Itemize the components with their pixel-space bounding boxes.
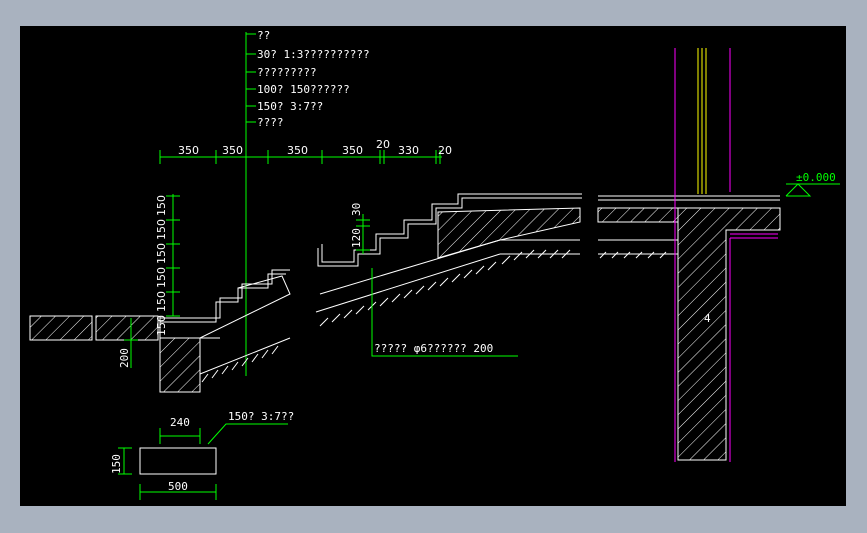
dim-330: 330 — [398, 144, 419, 157]
dim-v-150-1: 150 — [155, 195, 168, 216]
leader-label-2: 30? 1:3?????????? — [257, 48, 370, 61]
top-dimension-labels: 350 350 350 350 20 330 20 — [178, 138, 452, 157]
dim-v-150-4: 150 — [155, 267, 168, 288]
cad-drawing-canvas[interactable]: ?? 30? 1:3?????????? ????????? 100? 150?… — [20, 26, 846, 506]
dim-350-a: 350 — [178, 144, 199, 157]
vertical-dimension-line — [166, 194, 180, 317]
vertical-dimension-labels: 150 150 150 150 150 150 — [155, 195, 168, 336]
leader-label-4: 100? 150?????? — [257, 83, 350, 96]
ground-slab-left — [29, 315, 159, 341]
leader-label-5: 150? 3:7?? — [257, 100, 323, 113]
dim-350-d: 350 — [342, 144, 363, 157]
wall-tag: 4 — [704, 312, 711, 325]
leader-label-1: ?? — [257, 29, 270, 42]
dim-120: 120 — [350, 228, 363, 248]
footing-dimensions — [118, 423, 288, 500]
dim-30: 30 — [350, 203, 363, 216]
cad-drawing: ?? 30? 1:3?????????? ????????? 100? 150?… — [29, 29, 840, 500]
wall-section — [677, 207, 781, 461]
footing-note: 150? 3:7?? — [228, 410, 294, 423]
footing — [139, 447, 217, 475]
dim-v-150-2: 150 — [155, 219, 168, 240]
dim-v-150-3: 150 — [155, 243, 168, 264]
dim-350-c: 350 — [287, 144, 308, 157]
footing-width-top: 240 — [170, 416, 190, 429]
leader-label-3: ????????? — [257, 66, 317, 79]
dim-200: 200 — [118, 348, 131, 368]
rebar-note: ????? φ6?????? 200 — [374, 342, 493, 355]
rebar-lines — [697, 48, 707, 194]
elevation-marker — [785, 183, 840, 197]
footing-width: 500 — [168, 480, 188, 493]
dim-20-b: 20 — [438, 144, 452, 157]
elevation-label: ±0.000 — [796, 171, 836, 184]
dim-v-150-5: 150 — [155, 291, 168, 312]
footing-height: 150 — [110, 454, 123, 474]
leader-labels: ?? 30? 1:3?????????? ????????? 100? 150?… — [257, 29, 370, 129]
dim-20-a: 20 — [376, 138, 390, 151]
stair-section-lower — [159, 269, 291, 393]
leader-line — [245, 32, 256, 376]
dim-350-b: 350 — [222, 144, 243, 157]
leader-label-6: ???? — [257, 116, 284, 129]
